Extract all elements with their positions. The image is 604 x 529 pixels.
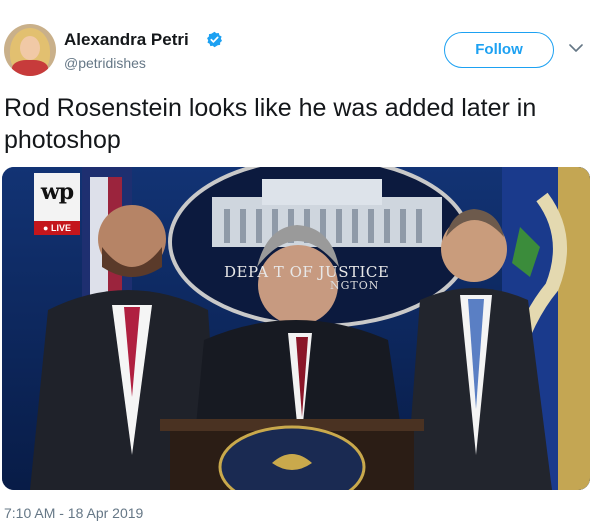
press-conference-image [2, 167, 590, 490]
seal-subtext: NGTON [330, 279, 380, 292]
live-badge: ● LIVE [34, 221, 80, 235]
author-handle[interactable]: @petridishes [64, 55, 146, 71]
news-logo-text: wp [40, 179, 74, 205]
tweet-timestamp[interactable]: 7:10 AM - 18 Apr 2019 [4, 505, 143, 521]
author-avatar[interactable] [4, 24, 56, 76]
tweet-card: Alexandra Petri @petridishes Follow Rod … [0, 0, 604, 529]
follow-button[interactable]: Follow [444, 32, 554, 68]
news-logo: wp [34, 173, 80, 227]
chevron-down-icon[interactable] [569, 43, 583, 53]
author-name[interactable]: Alexandra Petri [64, 30, 189, 50]
verified-badge-icon [207, 31, 223, 48]
tweet-text: Rod Rosenstein looks like he was added l… [4, 94, 537, 154]
tweet-photo[interactable]: wp ● LIVE DEPA T OF JUSTICE NGTON [2, 167, 590, 490]
